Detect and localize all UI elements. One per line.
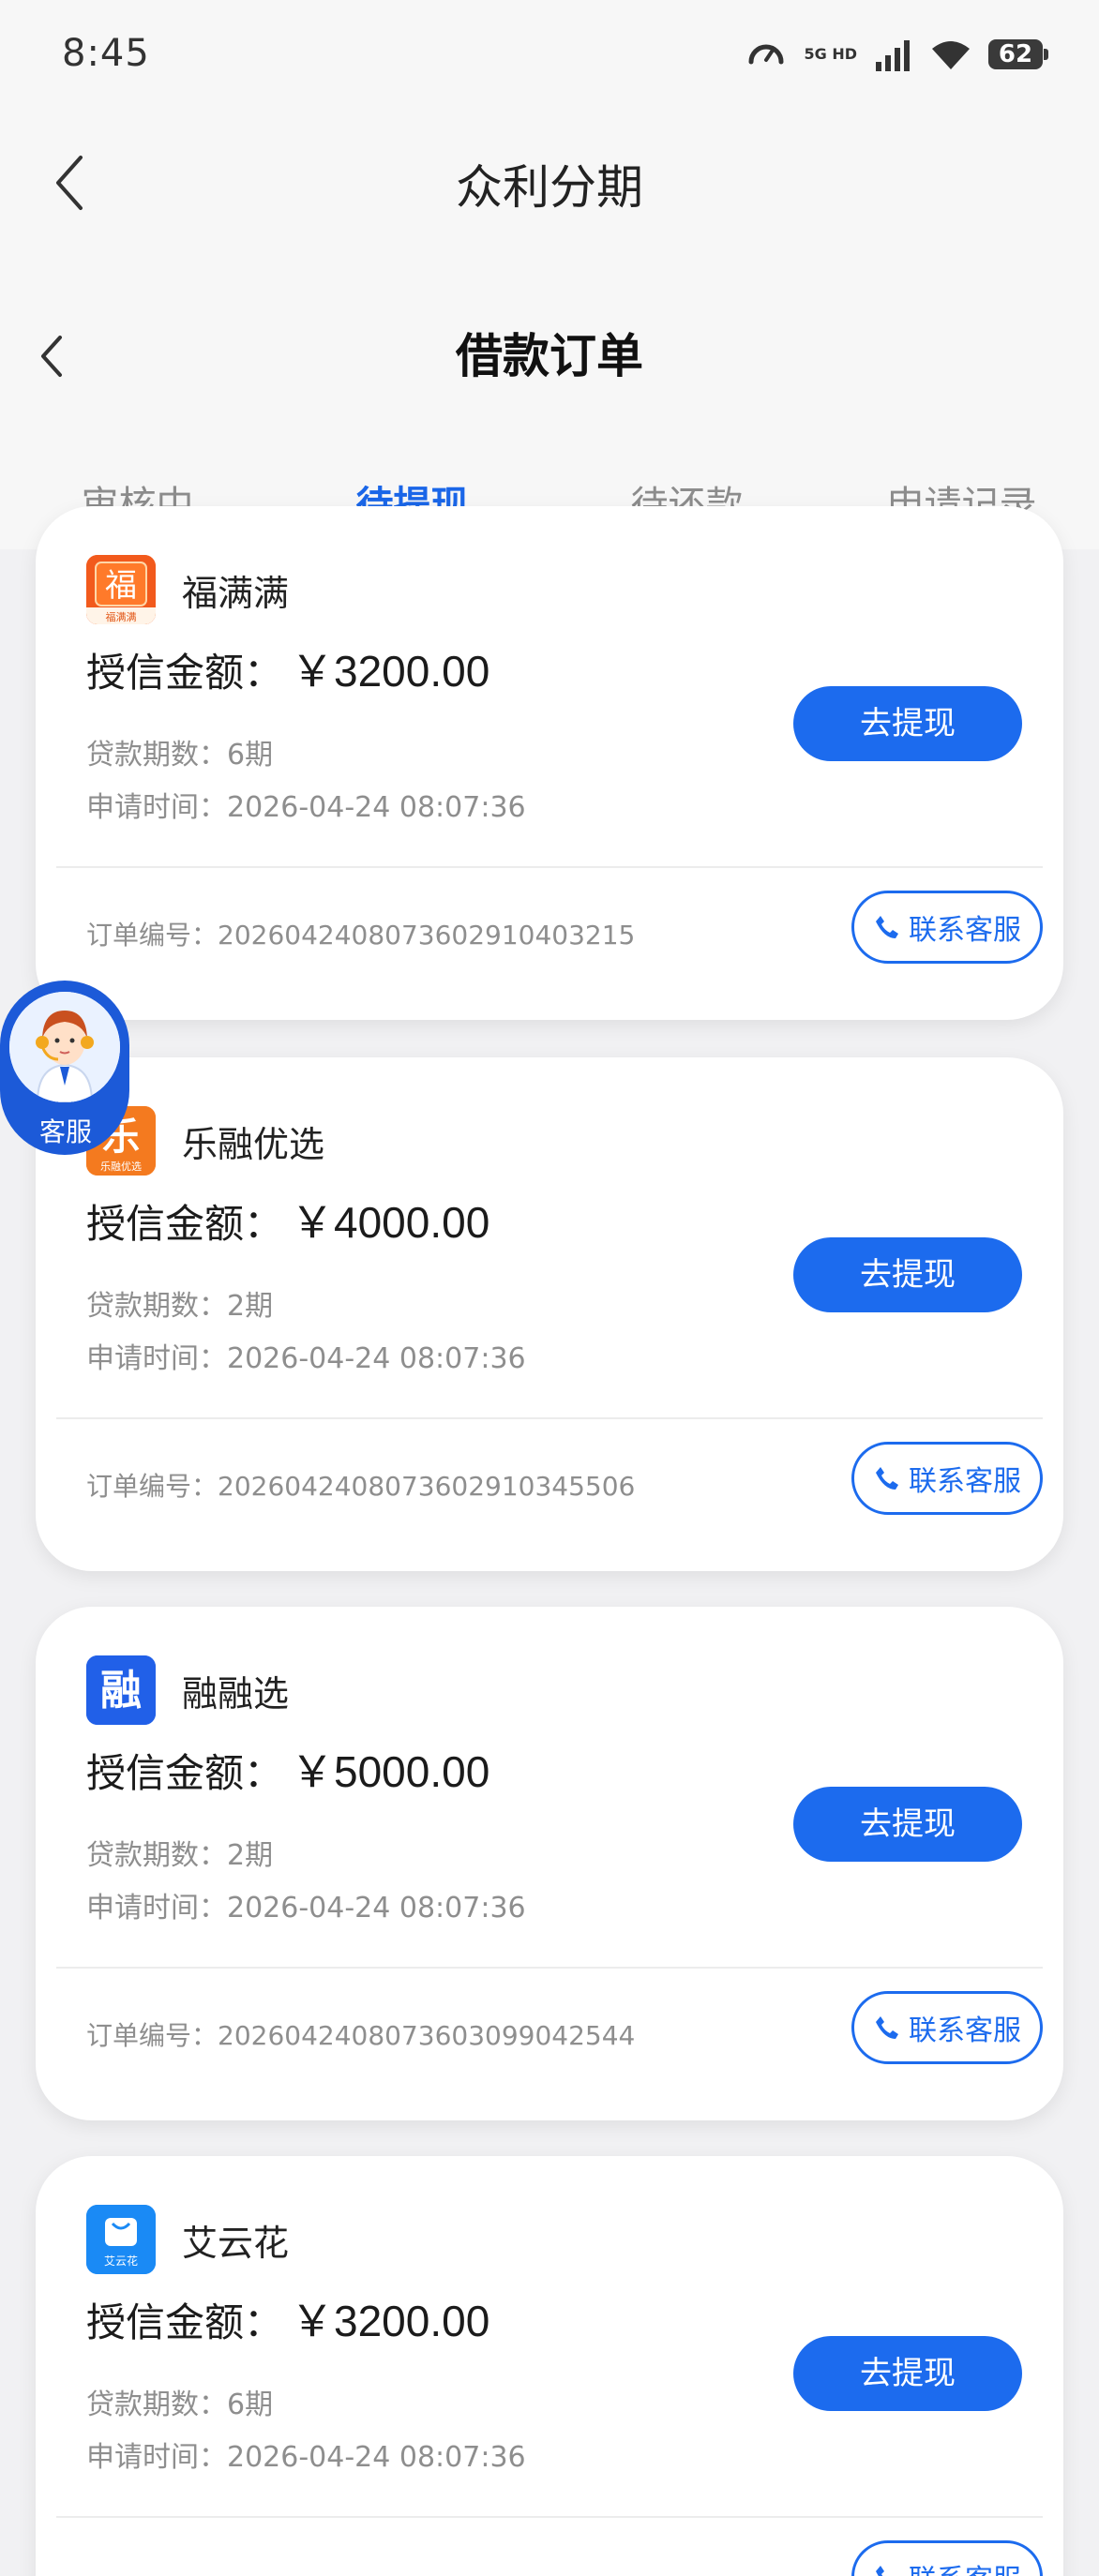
product-name: 乐融优选	[182, 1124, 325, 1165]
divider	[56, 866, 1043, 868]
loan-period: 贷款期数：2期	[86, 1839, 274, 1872]
credit-amount: 授信金额： ￥3200.00	[86, 2297, 490, 2345]
order-number: 订单编号：20260424080736029103455​06	[86, 1471, 636, 1502]
apply-time: 申请时间：2026-04-24 08:07:36	[86, 791, 526, 824]
phone-icon	[876, 916, 898, 938]
product-logo: 福 福满满	[86, 555, 156, 624]
loan-period: 贷款期数：2期	[86, 1290, 274, 1323]
phone-icon	[876, 2016, 898, 2039]
status-icons: 5G HD 62	[745, 34, 1048, 75]
battery-indicator: 62	[988, 39, 1048, 69]
svg-text:福: 福	[105, 567, 137, 605]
customer-service-label: 客服	[38, 1116, 92, 1147]
page-title: 借款订单	[456, 329, 643, 383]
phone-icon	[876, 2566, 884, 2576]
status-bar: 8:45 5G HD 62	[0, 0, 1099, 112]
svg-text:乐融优选: 乐融优选	[100, 1161, 142, 1173]
product-name: 福满满	[182, 573, 290, 614]
network-type-label: 5G HD	[804, 45, 857, 63]
fu-logo-icon: 福 福满满	[86, 555, 156, 624]
apply-time: 申请时间：2026-04-24 08:07:36	[86, 2441, 526, 2474]
customer-service-agent-icon	[9, 992, 120, 1102]
product-name: 融融选	[182, 1673, 290, 1715]
order-card: 融 融融选 授信金额： ￥5000.00 贷款期数：2期 申请时间：2026-04…	[36, 1607, 1063, 2120]
product-logo: 融	[86, 1655, 156, 1725]
loan-period: 贷款期数：6期	[86, 739, 274, 771]
divider	[56, 1417, 1043, 1419]
wifi-icon	[932, 41, 970, 69]
withdraw-button[interactable]: 去提现	[793, 2336, 1022, 2411]
credit-amount: 授信金额： ￥3200.00	[86, 647, 490, 696]
withdraw-button[interactable]: 去提现	[793, 686, 1022, 761]
svg-text:艾云花: 艾云花	[104, 2254, 138, 2268]
contact-service-label: 联系客服	[909, 2556, 1021, 2576]
aiyunhua-logo-icon: 艾云花	[86, 2205, 156, 2274]
apply-time: 申请时间：2026-04-24 08:07:36	[86, 1892, 526, 1925]
withdraw-button[interactable]: 去提现	[793, 1237, 1022, 1312]
svg-text:福满满: 福满满	[106, 610, 137, 623]
signal-icon	[876, 40, 910, 71]
contact-service-label: 联系客服	[909, 914, 1021, 947]
contact-service-button[interactable]: 联系客服	[851, 1442, 1043, 1515]
divider	[56, 1967, 1043, 1969]
divider	[56, 2516, 1043, 2518]
rongrongxuan-logo-icon: 融	[86, 1655, 156, 1725]
order-card: 乐 乐融优选 乐融优选 授信金额： ￥4000.00 贷款期数：2期 申请时间：2…	[36, 1057, 1063, 1571]
order-number: 订单编号：20260424080736029104032​15	[86, 920, 636, 951]
order-card: 福 福满满 福满满 授信金额： ￥3200.00 贷款期数：6期 申请时间：202…	[36, 506, 1063, 1020]
product-name: 艾云花	[182, 2223, 290, 2264]
order-card: 艾云花 艾云花 授信金额： ￥3200.00 贷款期数：6期 申请时间：2026-…	[36, 2156, 1063, 2576]
app-title: 众利分期	[456, 160, 643, 215]
contact-service-label: 联系客服	[909, 2014, 1021, 2047]
contact-service-button[interactable]: 联系客服	[851, 891, 1043, 964]
floating-customer-service[interactable]: 客服	[0, 981, 131, 1159]
contact-service-button[interactable]: 联系客服	[851, 2540, 1043, 2576]
status-time: 8:45	[62, 32, 150, 75]
order-number: 订单编号：20260424080736030990425​44	[86, 2020, 636, 2051]
contact-service-label: 联系客服	[909, 1465, 1021, 1498]
apply-time: 申请时间：2026-04-24 08:07:36	[86, 1342, 526, 1375]
speedometer-icon	[748, 44, 784, 65]
svg-text:融: 融	[100, 1667, 142, 1715]
credit-amount: 授信金额： ￥4000.00	[86, 1198, 490, 1247]
phone-icon	[876, 1467, 898, 1490]
contact-service-button[interactable]: 联系客服	[851, 1991, 1043, 2064]
page-header: 借款订单	[0, 253, 1099, 441]
product-logo: 艾云花	[86, 2205, 156, 2274]
app-header: 众利分期	[0, 112, 1099, 253]
withdraw-button[interactable]: 去提现	[793, 1787, 1022, 1862]
credit-amount: 授信金额： ￥5000.00	[86, 1747, 490, 1796]
loan-period: 贷款期数：6期	[86, 2389, 274, 2421]
